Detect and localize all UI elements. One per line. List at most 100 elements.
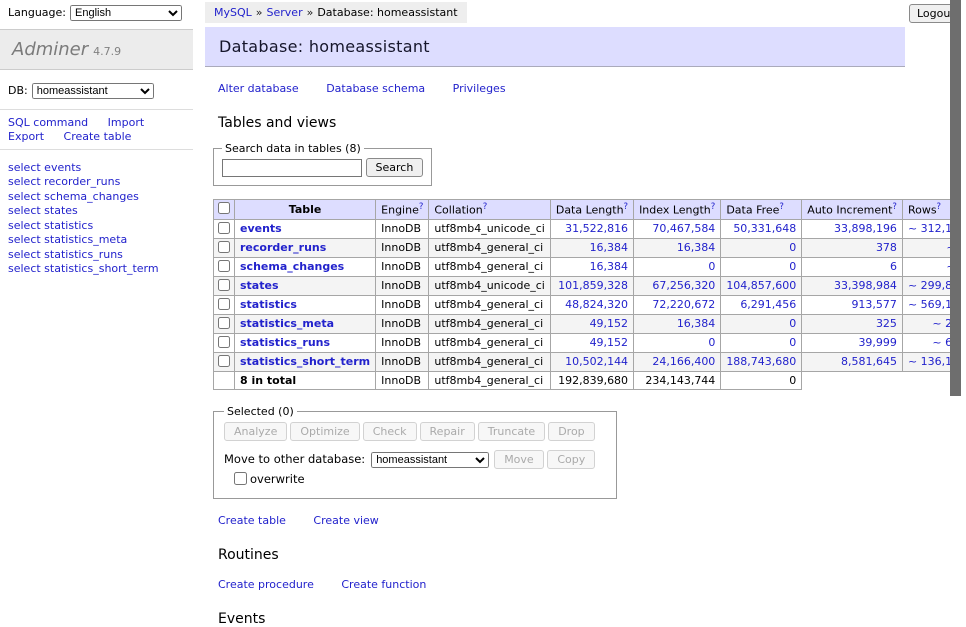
table-name-link[interactable]: states — [240, 279, 279, 292]
index-length-link[interactable]: 72,220,672 — [652, 298, 715, 311]
table-name-link[interactable]: statistics_short_term — [240, 355, 370, 368]
optimize-button[interactable]: Optimize — [290, 422, 359, 441]
data-length-link[interactable]: 49,152 — [590, 336, 629, 349]
row-checkbox[interactable] — [218, 298, 230, 310]
sidebar-table-link[interactable]: select statistics_meta — [8, 233, 185, 246]
auto-increment-link[interactable]: 325 — [876, 317, 897, 330]
auto-increment-cell: 39,999 — [802, 333, 903, 352]
data-length-link[interactable]: 48,824,320 — [565, 298, 628, 311]
collation-cell: utf8mb4_general_ci — [429, 314, 550, 333]
create-table-link[interactable]: Create table — [218, 514, 286, 527]
privileges-link[interactable]: Privileges — [453, 82, 506, 95]
select-all-checkbox[interactable] — [218, 202, 230, 214]
page-scrollbar[interactable] — [950, 0, 966, 543]
auto-increment-link[interactable]: 33,398,984 — [834, 279, 897, 292]
data-length-link[interactable]: 101,859,328 — [558, 279, 628, 292]
data-free-link[interactable]: 50,331,648 — [733, 222, 796, 235]
auto-increment-link[interactable]: 378 — [876, 241, 897, 254]
row-checkbox[interactable] — [218, 260, 230, 272]
table-name-link[interactable]: events — [240, 222, 282, 235]
sidebar-divider — [0, 109, 193, 110]
scrollbar-thumb[interactable] — [950, 0, 961, 396]
data-length-link[interactable]: 10,502,144 — [565, 355, 628, 368]
data-free-help-link[interactable]: ? — [779, 202, 784, 212]
truncate-button[interactable]: Truncate — [478, 422, 545, 441]
create-procedure-link[interactable]: Create procedure — [218, 578, 314, 591]
copy-button[interactable]: Copy — [547, 450, 595, 469]
row-checkbox[interactable] — [218, 317, 230, 329]
index-length-link[interactable]: 16,384 — [677, 241, 716, 254]
auto-increment-link[interactable]: 39,999 — [858, 336, 897, 349]
table-name-link[interactable]: schema_changes — [240, 260, 344, 273]
breadcrumb-server-link[interactable]: Server — [267, 6, 303, 19]
auto-increment-link[interactable]: 6 — [890, 260, 897, 273]
auto-increment-link[interactable]: 8,581,645 — [841, 355, 897, 368]
sidebar-table-link[interactable]: select schema_changes — [8, 190, 185, 203]
move-button[interactable]: Move — [494, 450, 544, 469]
events-heading: Events — [218, 611, 905, 627]
database-schema-link[interactable]: Database schema — [326, 82, 425, 95]
sidebar-table-link[interactable]: select recorder_runs — [8, 175, 185, 188]
data-free-link[interactable]: 0 — [789, 241, 796, 254]
app-version[interactable]: 4.7.9 — [93, 45, 121, 58]
create-function-link[interactable]: Create function — [341, 578, 426, 591]
sidebar-link-sql-command[interactable]: SQL command — [8, 116, 88, 129]
row-checkbox[interactable] — [218, 355, 230, 367]
row-checkbox[interactable] — [218, 336, 230, 348]
data-free-link[interactable]: 104,857,600 — [726, 279, 796, 292]
alter-database-link[interactable]: Alter database — [218, 82, 299, 95]
row-checkbox[interactable] — [218, 279, 230, 291]
language-select[interactable]: English — [70, 5, 182, 21]
data-length-link[interactable]: 31,522,816 — [565, 222, 628, 235]
data-free-link[interactable]: 188,743,680 — [726, 355, 796, 368]
drop-button[interactable]: Drop — [548, 422, 594, 441]
data-length-cell: 31,522,816 — [550, 219, 633, 238]
data-free-link[interactable]: 0 — [789, 317, 796, 330]
overwrite-checkbox[interactable] — [234, 472, 247, 485]
sidebar-link-import[interactable]: Import — [108, 116, 145, 129]
table-name-link[interactable]: statistics — [240, 298, 297, 311]
row-checkbox[interactable] — [218, 222, 230, 234]
db-select[interactable]: homeassistant — [32, 83, 154, 99]
auto-increment-link[interactable]: 913,577 — [851, 298, 897, 311]
table-name-link[interactable]: statistics_runs — [240, 336, 330, 349]
sidebar-table-link[interactable]: select states — [8, 204, 185, 217]
index-length-link[interactable]: 0 — [708, 260, 715, 273]
data-free-link[interactable]: 6,291,456 — [740, 298, 796, 311]
search-input[interactable] — [222, 159, 362, 177]
column-header-engine: Engine? — [376, 200, 429, 220]
index-length-link[interactable]: 67,256,320 — [652, 279, 715, 292]
data-length-link[interactable]: 16,384 — [590, 241, 629, 254]
sidebar-table-link[interactable]: select statistics_short_term — [8, 262, 185, 275]
sidebar-link-export[interactable]: Export — [8, 130, 44, 143]
move-db-select[interactable]: homeassistant — [371, 452, 489, 468]
rows-help-link[interactable]: ? — [937, 202, 942, 212]
index-length-help-link[interactable]: ? — [711, 202, 716, 212]
sidebar-table-link[interactable]: select events — [8, 161, 185, 174]
index-length-link[interactable]: 0 — [708, 336, 715, 349]
data-free-link[interactable]: 0 — [789, 336, 796, 349]
data-free-link[interactable]: 0 — [789, 260, 796, 273]
engine-help-link[interactable]: ? — [419, 202, 424, 212]
sidebar-link-create-table[interactable]: Create table — [64, 130, 132, 143]
search-button[interactable]: Search — [366, 158, 424, 177]
analyze-button[interactable]: Analyze — [224, 422, 287, 441]
index-length-link[interactable]: 24,166,400 — [652, 355, 715, 368]
auto-increment-link[interactable]: 33,898,196 — [834, 222, 897, 235]
create-view-link[interactable]: Create view — [313, 514, 378, 527]
table-name-link[interactable]: statistics_meta — [240, 317, 334, 330]
sidebar-table-link[interactable]: select statistics_runs — [8, 248, 185, 261]
table-name-link[interactable]: recorder_runs — [240, 241, 326, 254]
data-length-link[interactable]: 16,384 — [590, 260, 629, 273]
data-length-link[interactable]: 49,152 — [590, 317, 629, 330]
data-length-help-link[interactable]: ? — [624, 202, 629, 212]
collation-help-link[interactable]: ? — [483, 202, 488, 212]
check-button[interactable]: Check — [363, 422, 417, 441]
auto-increment-help-link[interactable]: ? — [892, 202, 897, 212]
index-length-link[interactable]: 16,384 — [677, 317, 716, 330]
index-length-link[interactable]: 70,467,584 — [652, 222, 715, 235]
row-checkbox[interactable] — [218, 241, 230, 253]
breadcrumb-mysql-link[interactable]: MySQL — [214, 6, 252, 19]
sidebar-table-link[interactable]: select statistics — [8, 219, 185, 232]
repair-button[interactable]: Repair — [420, 422, 475, 441]
